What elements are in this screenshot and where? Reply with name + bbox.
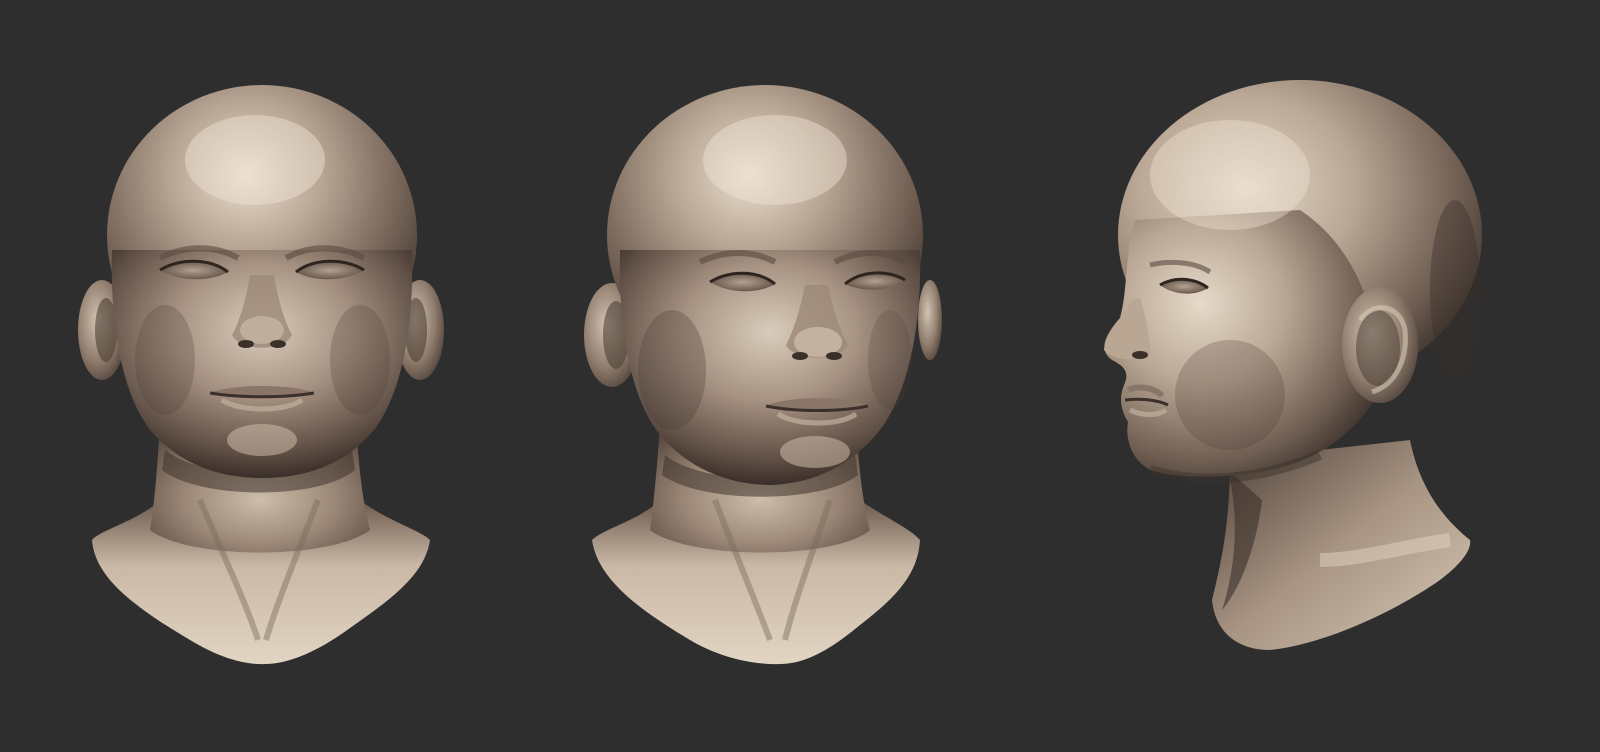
head-front-view	[78, 85, 444, 665]
render-surface	[78, 80, 1482, 665]
head-profile-view	[1104, 80, 1482, 650]
right-ear	[918, 280, 942, 360]
head-three-quarter-view	[584, 85, 942, 665]
ear	[1342, 287, 1418, 403]
viewport	[0, 0, 1600, 752]
